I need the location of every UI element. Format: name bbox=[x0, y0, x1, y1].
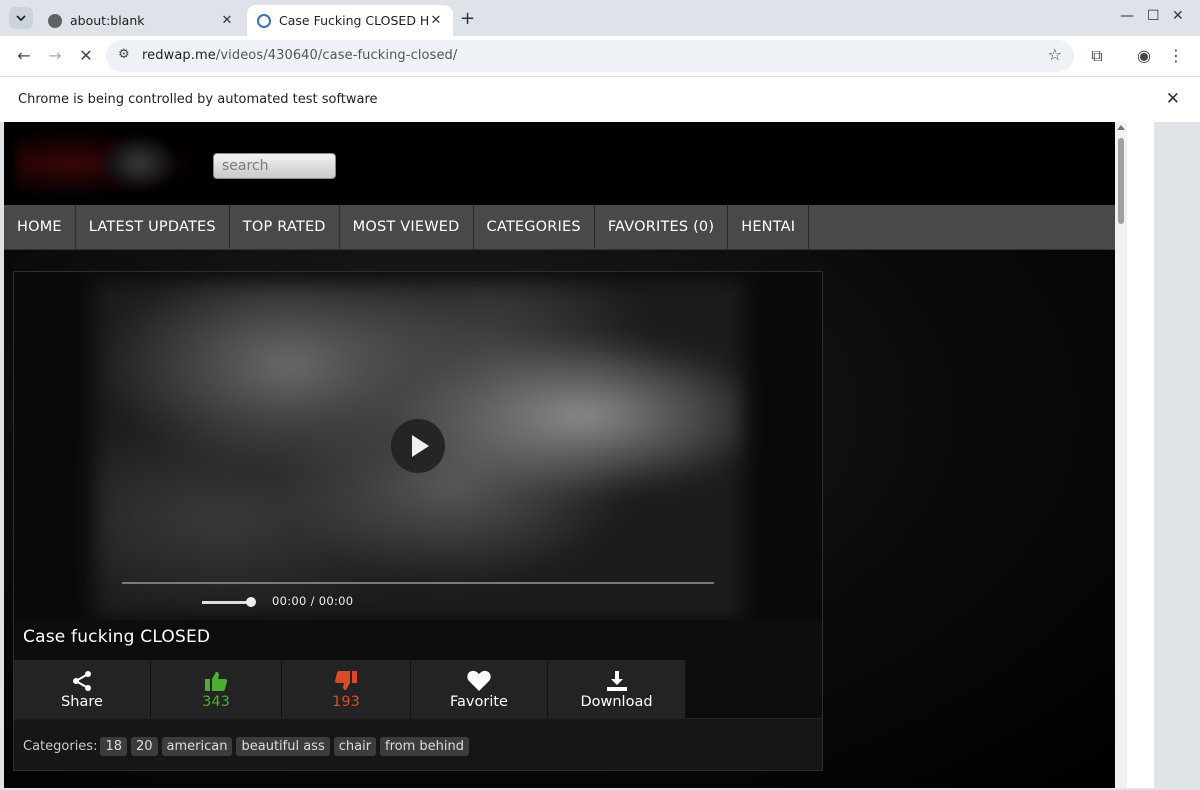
tab-video-page[interactable]: Case Fucking CLOSED HQ ✕ bbox=[247, 5, 453, 36]
site-info-icon[interactable]: ⚙ bbox=[118, 47, 130, 62]
nav-most-viewed[interactable]: MOST VIEWED bbox=[340, 205, 474, 249]
url-text[interactable]: redwap.me/videos/430640/case-fucking-clo… bbox=[142, 48, 457, 63]
logo-graphic bbox=[104, 138, 174, 188]
tab-title: about:blank bbox=[70, 13, 145, 28]
scroll-up-arrow-icon[interactable] bbox=[1117, 125, 1125, 130]
main-content: 00:00 / 00:00 Case fucking CLOSED Share … bbox=[4, 250, 1115, 788]
menu-kebab-icon[interactable]: ⋮ bbox=[1165, 45, 1187, 67]
forward-arrow-icon[interactable]: → bbox=[44, 45, 66, 67]
share-icon bbox=[71, 669, 93, 693]
share-label: Share bbox=[61, 693, 103, 710]
category-tag[interactable]: american bbox=[161, 737, 233, 756]
player-controls: 00:00 / 00:00 bbox=[112, 577, 728, 617]
tab-search-button[interactable] bbox=[9, 7, 33, 29]
scrollbar-thumb[interactable] bbox=[1118, 138, 1124, 224]
thumbs-down-icon bbox=[335, 669, 357, 693]
page-gutter bbox=[1127, 122, 1154, 788]
progress-bar[interactable] bbox=[122, 582, 714, 584]
nav-hentai[interactable]: HENTAI bbox=[728, 205, 810, 249]
favorite-label: Favorite bbox=[450, 693, 508, 710]
category-tag[interactable]: 18 bbox=[100, 737, 127, 756]
bookmark-star-icon[interactable]: ☆ bbox=[1048, 45, 1062, 64]
share-button[interactable]: Share bbox=[14, 660, 151, 718]
likes-count: 343 bbox=[202, 693, 230, 710]
categories-bar: Categories: 18 20 american beautiful ass… bbox=[14, 718, 822, 770]
chevron-down-icon bbox=[16, 14, 26, 21]
download-button[interactable]: Download bbox=[548, 660, 686, 718]
page-scrollbar[interactable] bbox=[1115, 122, 1127, 788]
volume-handle[interactable] bbox=[246, 597, 256, 607]
favorite-button[interactable]: Favorite bbox=[411, 660, 548, 718]
dislike-button[interactable]: 193 bbox=[282, 660, 411, 718]
back-arrow-icon[interactable]: ← bbox=[13, 45, 35, 67]
address-bar[interactable]: ⚙ redwap.me/videos/430640/case-fucking-c… bbox=[106, 40, 1074, 72]
automation-infobar: Chrome is being controlled by automated … bbox=[0, 76, 1200, 122]
download-icon bbox=[606, 669, 628, 693]
like-button[interactable]: 343 bbox=[151, 660, 282, 718]
close-icon[interactable]: ✕ bbox=[1166, 89, 1180, 109]
profile-icon[interactable]: ◉ bbox=[1133, 45, 1155, 67]
time-display: 00:00 / 00:00 bbox=[272, 594, 354, 608]
category-tag[interactable]: chair bbox=[333, 737, 377, 756]
tab-title: Case Fucking CLOSED HQ bbox=[279, 13, 429, 28]
dislikes-count: 193 bbox=[332, 693, 360, 710]
heart-icon bbox=[467, 669, 491, 693]
nav-latest-updates[interactable]: LATEST UPDATES bbox=[76, 205, 230, 249]
new-tab-button[interactable]: + bbox=[460, 8, 475, 29]
loading-icon bbox=[257, 13, 271, 28]
action-bar: Share 343 193 Favorite Download bbox=[14, 660, 686, 718]
globe-icon bbox=[48, 13, 62, 28]
video-player[interactable]: 00:00 / 00:00 bbox=[14, 272, 822, 620]
category-tag[interactable]: beautiful ass bbox=[236, 737, 330, 756]
page-viewport: search HOME LATEST UPDATES TOP RATED MOS… bbox=[4, 122, 1115, 788]
search-input[interactable]: search bbox=[213, 153, 336, 179]
browser-toolbar: ← → ✕ ⚙ redwap.me/videos/430640/case-fuc… bbox=[0, 36, 1200, 76]
tab-about-blank[interactable]: about:blank ✕ bbox=[38, 5, 244, 36]
nav-home[interactable]: HOME bbox=[4, 205, 76, 249]
close-icon[interactable]: ✕ bbox=[220, 13, 234, 28]
close-window-icon[interactable]: ✕ bbox=[1172, 8, 1184, 24]
close-icon[interactable]: ✕ bbox=[429, 13, 443, 28]
download-label: Download bbox=[580, 693, 653, 710]
video-card: 00:00 / 00:00 Case fucking CLOSED Share … bbox=[13, 271, 823, 771]
category-tag[interactable]: from behind bbox=[380, 737, 470, 756]
tab-strip: about:blank ✕ Case Fucking CLOSED HQ ✕ +… bbox=[0, 0, 1200, 36]
extensions-icon[interactable]: ⧉ bbox=[1086, 45, 1108, 67]
video-title: Case fucking CLOSED bbox=[23, 627, 211, 647]
category-tag[interactable]: 20 bbox=[131, 737, 158, 756]
play-icon bbox=[412, 435, 429, 457]
maximize-icon[interactable]: ☐ bbox=[1147, 8, 1160, 24]
site-nav: HOME LATEST UPDATES TOP RATED MOST VIEWE… bbox=[4, 205, 1115, 250]
nav-favorites[interactable]: FAVORITES (0) bbox=[595, 205, 729, 249]
window-edge bbox=[1154, 122, 1200, 788]
nav-top-rated[interactable]: TOP RATED bbox=[230, 205, 340, 249]
nav-categories[interactable]: CATEGORIES bbox=[474, 205, 595, 249]
categories-label: Categories: bbox=[23, 739, 98, 754]
stop-loading-icon[interactable]: ✕ bbox=[75, 45, 97, 67]
infobar-message: Chrome is being controlled by automated … bbox=[18, 92, 378, 107]
site-header: search bbox=[4, 122, 1115, 205]
minimize-icon[interactable]: — bbox=[1120, 8, 1134, 24]
volume-slider[interactable] bbox=[202, 601, 252, 604]
thumbs-up-icon bbox=[205, 669, 227, 693]
play-button[interactable] bbox=[391, 419, 445, 473]
